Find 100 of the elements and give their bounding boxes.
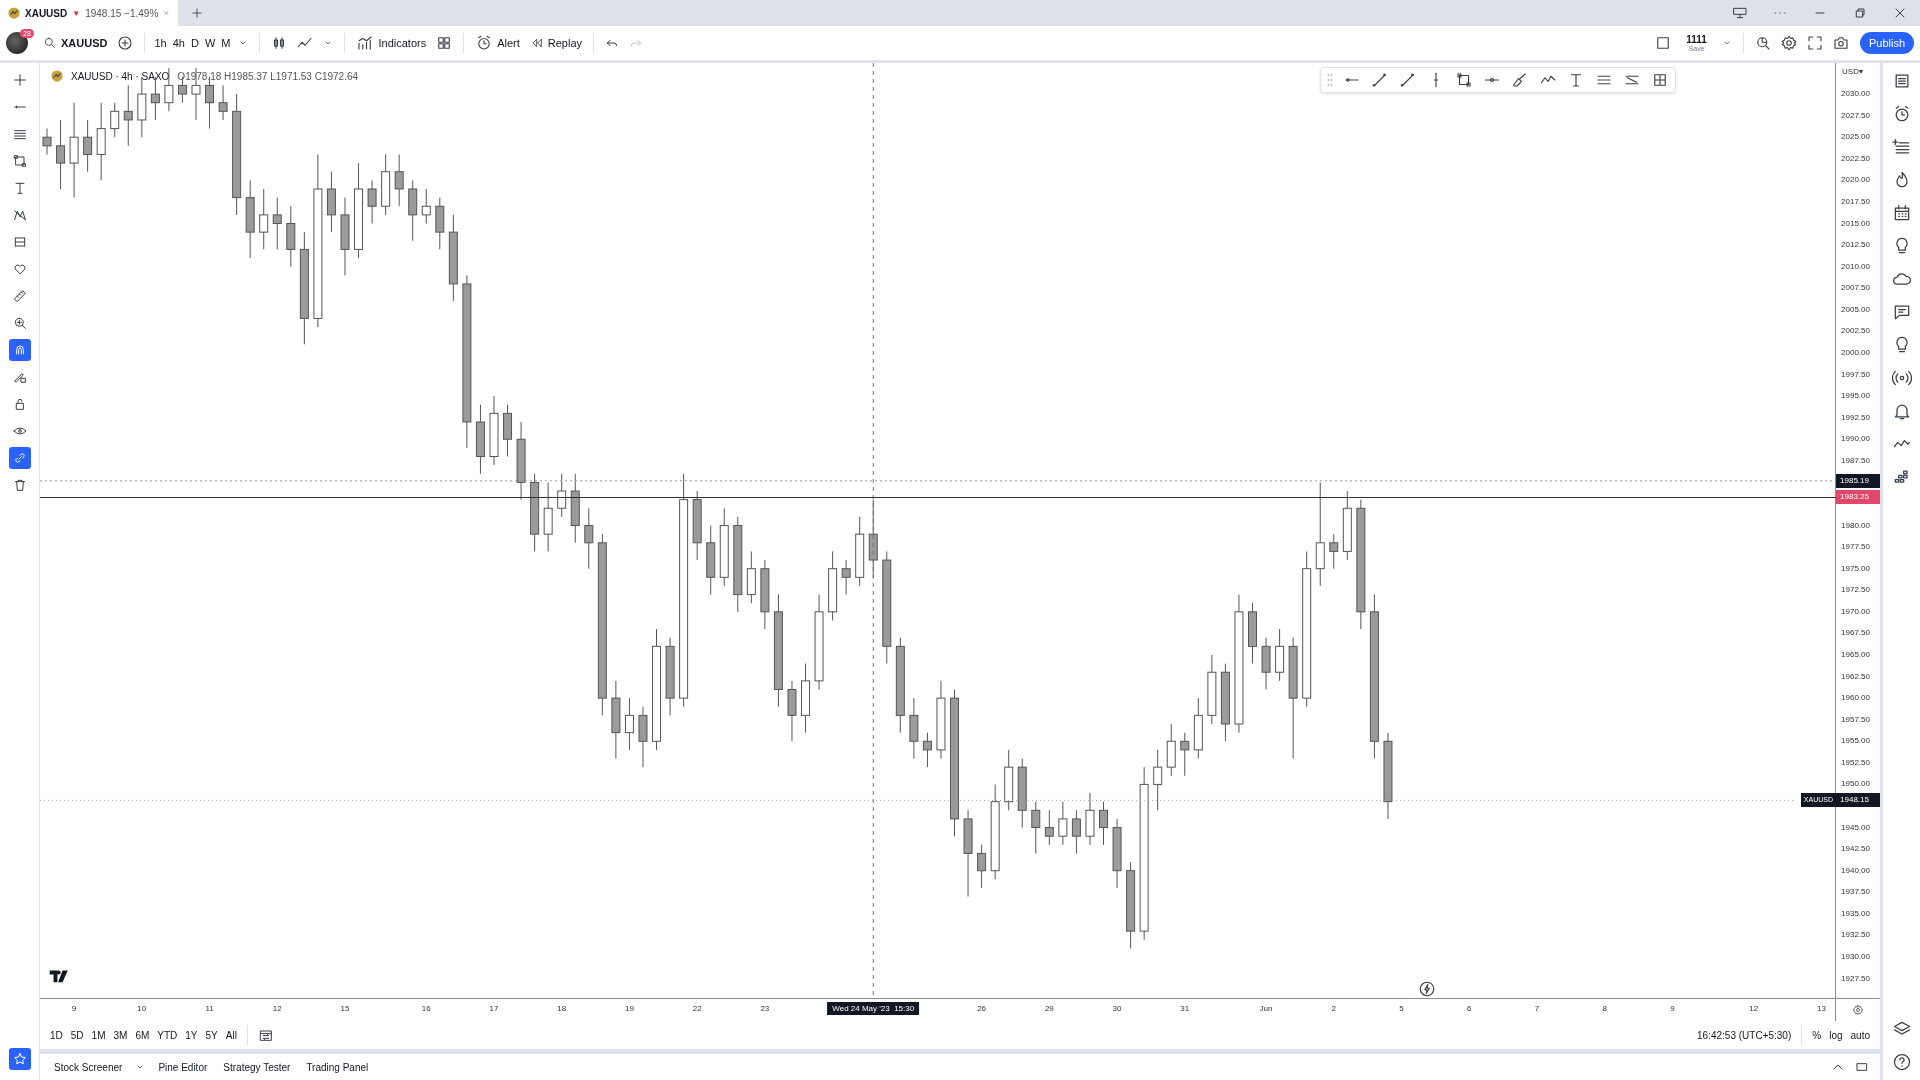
time-tick: 16 [421,1004,431,1013]
range-button[interactable]: 1Y [181,1027,202,1043]
auto-toggle[interactable]: auto [1846,1027,1874,1043]
candlestick [394,153,404,207]
candlestick [259,188,269,250]
time-tick: 19 [624,1004,634,1013]
compare-add-icon[interactable] [116,34,135,52]
price-tick: 1942.50 [1841,843,1870,856]
time-tick: 12 [1749,1004,1759,1013]
interval-button[interactable]: D [187,33,202,53]
panel-tab[interactable]: Pine Editor [150,1059,216,1075]
price-tick: 1932.50 [1841,929,1870,942]
layout-name[interactable]: 1111 [1686,34,1707,45]
clock[interactable]: 16:42:53 (UTC+5:30) [1693,1029,1796,1041]
price-tick: 2020.00 [1841,174,1870,187]
time-tick: 9 [71,1004,77,1013]
price-tick: 1955.00 [1841,735,1870,748]
range-button[interactable]: 3M [109,1027,132,1043]
price-tick: 2022.50 [1841,152,1870,165]
magnet-icon[interactable] [8,339,31,361]
time-tick: 11 [205,1004,214,1013]
range-button[interactable]: 5D [66,1027,88,1043]
legend-title[interactable]: XAUUSD · 4h · SAXO [71,70,170,82]
price-tick: 1987.50 [1841,454,1870,467]
price-tick: 2010.00 [1841,260,1870,273]
camera-icon[interactable] [1831,34,1850,52]
range-button[interactable]: 1M [87,1027,110,1043]
price-tick: 1952.50 [1841,756,1870,769]
candlestick [272,197,282,250]
candlestick [584,507,594,570]
time-tick: 8 [1602,1004,1607,1013]
publish-button[interactable]: Publish [1859,32,1914,54]
price-tick: 2027.50 [1841,109,1870,122]
price-tick: 2005.00 [1841,303,1870,316]
range-button[interactable]: All [221,1027,241,1043]
candlestick [1071,809,1081,854]
down-arrow-icon: ▼ [72,8,81,18]
range-button[interactable]: 1D [46,1027,67,1043]
interval-button[interactable]: 4h [169,33,188,53]
link-icon[interactable] [8,447,31,469]
monitor-icon[interactable] [1732,5,1748,21]
interval-button[interactable]: W [201,33,219,53]
log-toggle[interactable]: log [1825,1027,1847,1043]
price-tick: 2030.00 [1841,88,1870,101]
tab-symbol: XAUUSD [25,7,68,19]
price-tick: 1992.50 [1841,411,1870,424]
panel-tab[interactable]: Strategy Tester [215,1059,299,1075]
time-tick: 13 [1816,1004,1826,1013]
symbol-logo-icon [8,7,20,19]
indicators-button[interactable]: Indicators [351,30,432,56]
settings-icon[interactable] [1852,1004,1864,1016]
percent-toggle[interactable]: % [1808,1027,1826,1043]
price-tick: 2000.00 [1841,346,1870,359]
candlestick [367,179,377,225]
symbol-search-button[interactable]: XAUUSD [38,32,113,54]
price-tick: 1980.00 [1841,519,1870,532]
panel-tab[interactable]: Stock Screener [46,1059,131,1075]
time-tick: 22 [692,1004,702,1013]
replay-button[interactable]: Replay [524,32,588,54]
alert-button[interactable]: Alert [470,30,525,56]
price-tick: 1950.00 [1841,778,1870,791]
broadcast-icon[interactable] [1891,368,1912,388]
time-tick: 6 [1467,1004,1472,1013]
drag-handle-icon[interactable] [1327,73,1333,87]
browser-tab[interactable]: XAUUSD ▼ 1948.15 −1.49% [0,0,178,26]
interval-button[interactable]: M [218,33,234,53]
candlestick [557,473,567,518]
time-tick: 15 [340,1004,350,1013]
panel-tab[interactable]: Trading Panel [298,1059,377,1075]
time-tick: 31 [1180,1004,1190,1013]
time-tick: 2 [1331,1004,1336,1013]
price-tick: 2015.00 [1841,217,1870,230]
time-tick: 30 [1112,1004,1122,1013]
extended-line-icon[interactable] [1399,71,1417,89]
time-tick: Jun [1259,1004,1273,1013]
candlestick [1058,801,1068,846]
range-button[interactable]: YTD [153,1027,182,1043]
range-button[interactable]: 6M [131,1027,154,1043]
trend-line-icon[interactable] [1371,71,1389,89]
candlestick [56,119,66,190]
last-price-label: 1948.15 [1836,793,1881,808]
date-range-icon[interactable] [257,1027,274,1043]
price-tick: 1940.00 [1841,864,1870,877]
candlestick [1031,801,1041,854]
rectangle-icon[interactable] [1455,71,1473,89]
candlestick [977,844,987,889]
time-tick: 18 [557,1004,567,1013]
price-tick: 1945.00 [1841,821,1870,834]
time-tick: 23 [760,1004,770,1013]
price-tick: 1967.50 [1841,627,1870,640]
range-button[interactable]: 5Y [201,1027,222,1043]
price-tick: 2007.50 [1841,282,1870,295]
currency-selector[interactable]: USD▾ [1842,67,1863,76]
settings-icon[interactable] [1779,34,1798,52]
interval-button[interactable]: 1h [151,33,170,53]
fullscreen-icon[interactable] [1805,34,1824,52]
candlestick [123,84,133,147]
help-icon[interactable] [1891,1052,1912,1072]
candlestick [1099,801,1109,846]
brush-icon[interactable] [1511,71,1529,89]
